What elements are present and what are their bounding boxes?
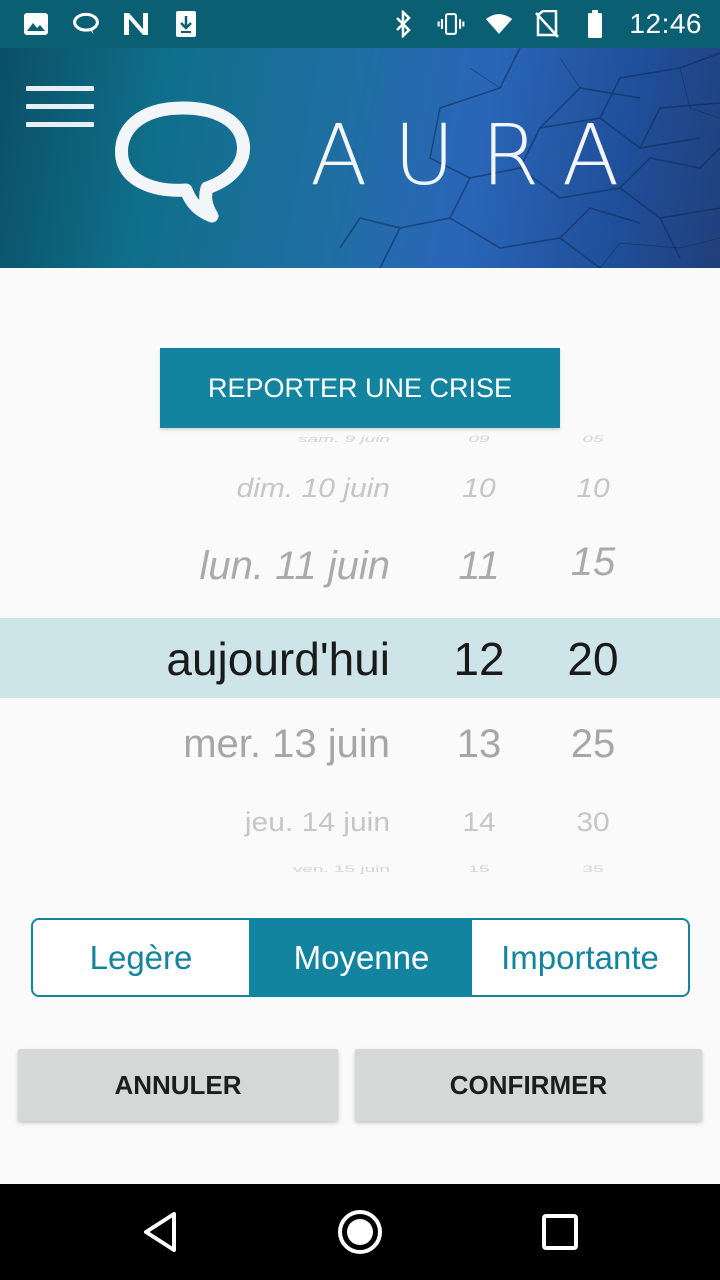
date-option[interactable]: sam. 9 juin	[298, 434, 390, 445]
battery-icon	[581, 10, 609, 38]
minute-option[interactable]: 25	[545, 722, 641, 767]
hour-option[interactable]: 10	[430, 474, 528, 505]
app-header: AURA	[0, 48, 720, 268]
minute-option-selected[interactable]: 20	[545, 632, 641, 686]
date-option-selected[interactable]: aujourd'hui	[166, 632, 390, 686]
date-option[interactable]: ven. 15 juin	[293, 864, 390, 875]
cancel-button[interactable]: ANNULER	[18, 1049, 338, 1121]
minute-option[interactable]: 30	[545, 808, 641, 839]
hour-option[interactable]: 14	[430, 808, 528, 839]
severity-important-option[interactable]: Importante	[472, 920, 688, 995]
hour-option[interactable]: 15	[430, 864, 528, 875]
navigation-bar	[0, 1184, 720, 1280]
no-sim-icon	[533, 10, 561, 38]
minute-option[interactable]: 10	[545, 474, 641, 505]
chat-bubble-icon	[72, 10, 100, 38]
minute-option[interactable]: 15	[545, 540, 641, 585]
severity-medium-option-selected[interactable]: Moyenne	[251, 920, 472, 995]
date-option[interactable]: mer. 13 juin	[183, 722, 390, 767]
image-icon	[22, 10, 50, 38]
minute-option[interactable]: 35	[545, 864, 641, 875]
hour-option[interactable]: 11	[430, 544, 528, 589]
date-wheel[interactable]: sam. 9 juin dim. 10 juin lun. 11 juin au…	[0, 432, 390, 882]
home-icon[interactable]	[330, 1202, 390, 1262]
clock: 12:46	[629, 8, 702, 39]
app-name: AURA	[310, 106, 646, 204]
minute-option[interactable]: 05	[545, 434, 641, 445]
date-option[interactable]: lun. 11 juin	[199, 544, 390, 589]
hour-option[interactable]: 13	[430, 722, 528, 767]
date-option[interactable]: dim. 10 juin	[237, 474, 390, 505]
minute-wheel[interactable]: 05 10 15 20 25 30 35	[545, 432, 641, 882]
hour-option[interactable]: 09	[430, 434, 528, 445]
severity-selector: Legère Moyenne Importante	[31, 918, 690, 997]
speech-bubble-logo-icon	[115, 101, 250, 223]
severity-light-option[interactable]: Legère	[33, 920, 251, 995]
datetime-picker[interactable]: sam. 9 juin dim. 10 juin lun. 11 juin au…	[0, 432, 720, 882]
back-icon[interactable]	[130, 1202, 190, 1262]
report-crisis-button[interactable]: REPORTER UNE CRISE	[160, 348, 560, 428]
download-icon	[172, 10, 200, 38]
bluetooth-icon	[389, 10, 417, 38]
date-option[interactable]: jeu. 14 juin	[245, 808, 390, 839]
recents-icon[interactable]	[530, 1202, 590, 1262]
hour-wheel[interactable]: 09 10 11 12 13 14 15	[430, 432, 528, 882]
status-bar: 12:46	[0, 0, 720, 48]
confirm-button[interactable]: CONFIRMER	[355, 1049, 702, 1121]
wifi-icon	[485, 10, 513, 38]
vibrate-icon	[437, 10, 465, 38]
n-logo-icon	[122, 10, 150, 38]
hamburger-menu-icon[interactable]	[26, 86, 94, 132]
hour-option-selected[interactable]: 12	[430, 632, 528, 686]
